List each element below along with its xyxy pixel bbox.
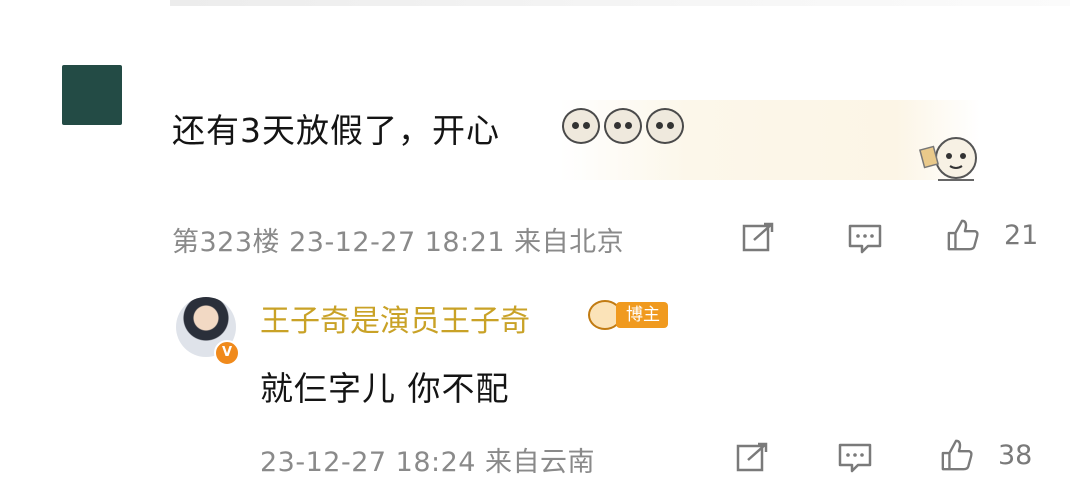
- share-icon[interactable]: [740, 220, 778, 254]
- comment-icon[interactable]: [846, 222, 884, 256]
- blogger-badge: 博主: [588, 300, 668, 330]
- comment-meta: 第323楼 23-12-27 18:21 来自北京: [172, 227, 625, 258]
- reply-author-name[interactable]: 王子奇是演员王子奇: [260, 296, 530, 340]
- share-icon[interactable]: [734, 440, 772, 474]
- cat-emoji-icon: [562, 108, 600, 144]
- comment-text: 还有3天放假了，开心: [172, 111, 500, 150]
- thumbs-up-icon[interactable]: [938, 438, 976, 472]
- verified-badge-icon: V: [214, 340, 240, 366]
- reply-meta: 23-12-27 18:24 来自云南: [260, 447, 596, 478]
- blogger-tag-label: 博主: [616, 302, 668, 328]
- like-count: 38: [998, 440, 1033, 471]
- divider-line: [170, 0, 1070, 6]
- like-count: 21: [1004, 220, 1039, 251]
- cat-emoji-icon: [646, 108, 684, 144]
- commenter-avatar[interactable]: [62, 65, 122, 125]
- emoji-group: [562, 108, 684, 144]
- cat-emoji-icon: [604, 108, 642, 144]
- sticker-decoration-icon: [918, 137, 977, 181]
- thumbs-up-icon[interactable]: [944, 218, 982, 252]
- comment-icon[interactable]: [836, 441, 874, 475]
- reply-text: 就仨字儿 你不配: [260, 369, 510, 408]
